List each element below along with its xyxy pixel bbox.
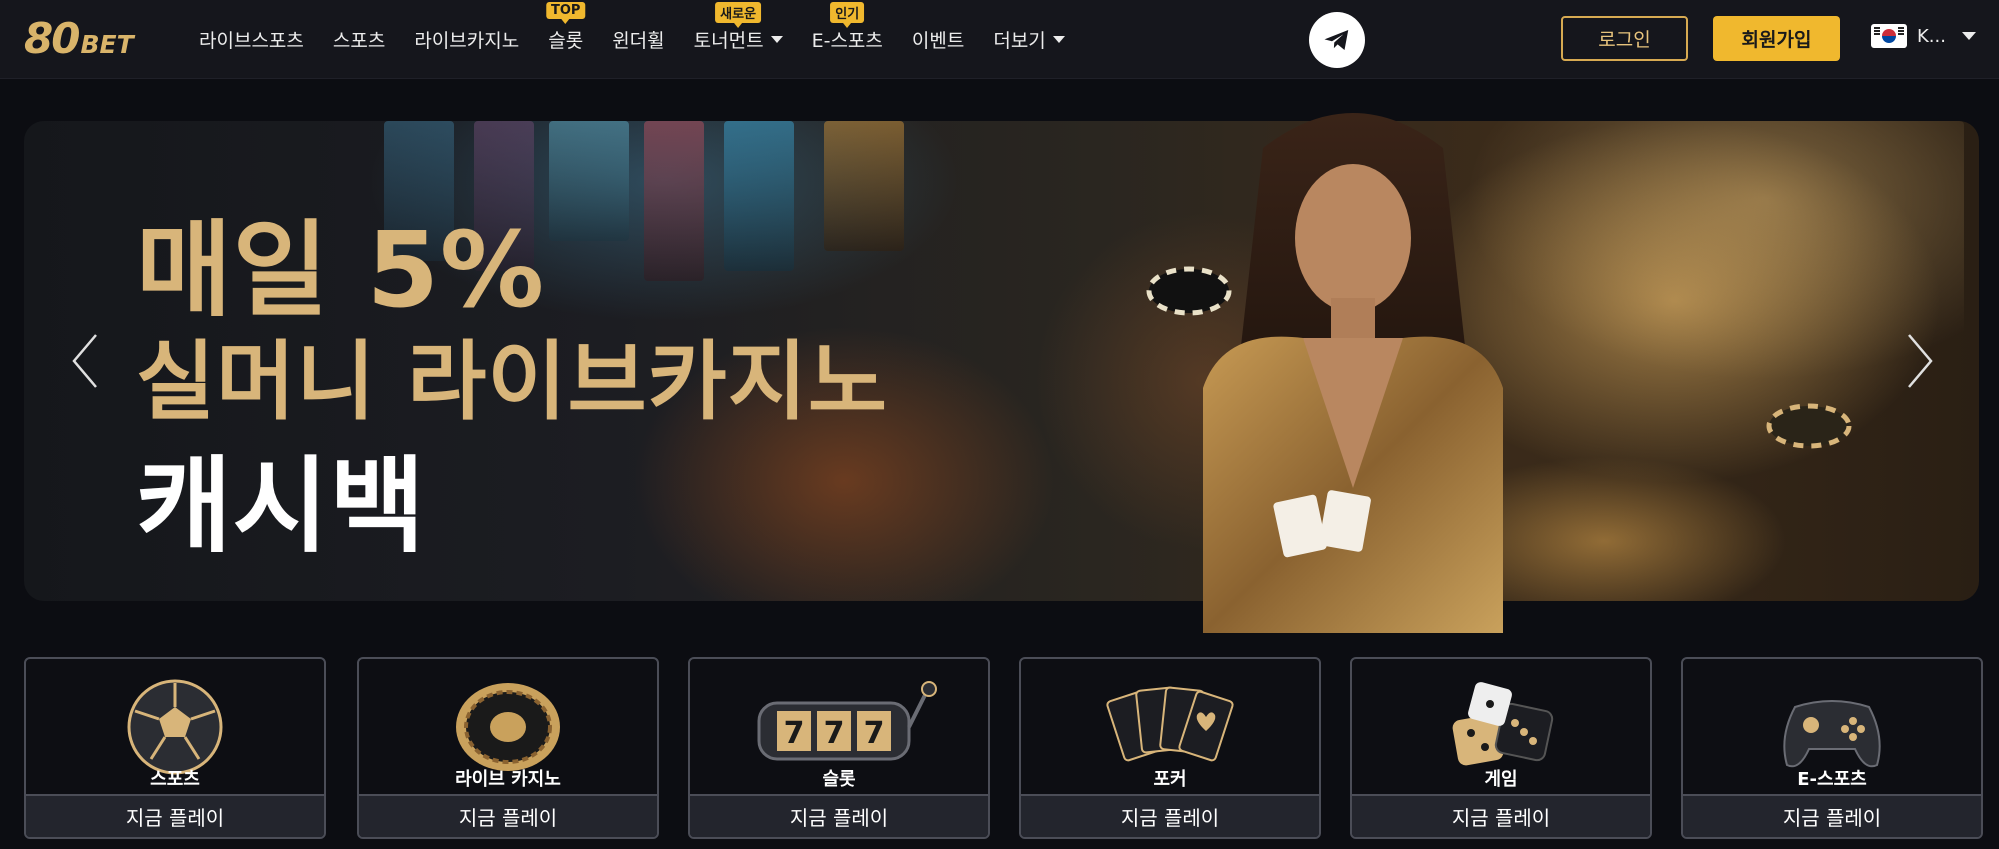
nav-label: 더보기 [993,30,1046,52]
play-now-button[interactable]: 지금 플레이 [359,794,657,837]
nav-item-events[interactable]: 이벤트 [912,26,964,53]
tile-category-label: 스포츠 [150,769,200,790]
play-now-button[interactable]: 지금 플레이 [26,794,324,837]
caret-down-icon [770,36,783,43]
soccer-ball-icon [127,679,223,775]
tile-category-label: E-스포츠 [1797,769,1867,790]
nav-item-sports[interactable]: 스포츠 [333,26,385,53]
nav-label: 스포츠 [332,30,386,52]
category-tile-sports[interactable]: 스포츠 지금 플레이 [24,657,326,839]
roulette-icon [456,683,560,771]
nav-label: 이벤트 [911,30,965,52]
nav-label: 라이브카지노 [414,30,520,52]
nav-item-live-sports[interactable]: 라이브스포츠 [199,26,304,53]
login-button[interactable]: 로그인 [1561,16,1688,61]
logo[interactable]: 80 BET [24,14,134,63]
playing-cards-icon [1106,686,1234,762]
svg-text:7: 7 [864,716,885,751]
play-now-button[interactable]: 지금 플레이 [1683,794,1981,837]
telegram-icon [1324,30,1349,50]
category-tile-slots[interactable]: 7 7 7 슬롯 지금 플레이 [688,657,990,839]
telegram-button[interactable] [1309,12,1365,68]
gamepad-icon [1783,700,1881,768]
nav-label: 라이브스포츠 [199,30,304,52]
nav-item-slots[interactable]: TOP 슬롯 [545,2,586,53]
dice-icon [1452,682,1554,766]
top-badge: TOP [545,2,586,24]
banner-model-image [1203,113,1503,633]
top-header: 80 BET 라이브스포츠 스포츠 라이브카지노 TOP 슬롯 윈더휠 새로운 … [0,0,1999,79]
main-nav: 라이브스포츠 스포츠 라이브카지노 TOP 슬롯 윈더휠 새로운 토너먼트 인기… [199,0,1094,79]
category-tile-poker[interactable]: 포커 지금 플레이 [1019,657,1321,839]
language-selector[interactable]: K... [1871,24,1976,48]
language-label: K... [1917,25,1946,47]
logo-text: BET [80,30,134,59]
caret-down-icon [1052,36,1065,43]
promo-banner[interactable]: 매일 5% 실머니 라이브카지노 캐시백 [24,121,1979,601]
nav-label: 토너먼트 [693,30,764,52]
banner-headline-line3: 캐시백 [136,445,427,567]
nav-item-esports[interactable]: 인기 E-스포츠 [811,2,883,53]
tile-category-label: 포커 [1153,769,1187,790]
tile-category-label: 게임 [1484,769,1518,790]
category-tile-esports[interactable]: E-스포츠 지금 플레이 [1681,657,1983,839]
carousel-prev-icon[interactable] [70,333,100,389]
play-now-button[interactable]: 지금 플레이 [1021,794,1319,837]
svg-text:7: 7 [784,716,805,751]
carousel-next-icon[interactable] [1905,333,1935,389]
nav-label: 슬롯 [548,30,584,52]
korea-flag-icon [1871,24,1907,48]
nav-label: E-스포츠 [811,30,883,52]
banner-headline-line2: 실머니 라이브카지노 [136,332,889,432]
signup-button[interactable]: 회원가입 [1713,16,1840,61]
nav-label: 윈더휠 [612,30,665,52]
tile-category-label: 슬롯 [822,769,856,790]
logo-number: 80 [24,14,80,63]
category-tile-games[interactable]: 게임 지금 플레이 [1350,657,1652,839]
slot-machine-icon: 7 7 7 [757,681,937,761]
category-tile-live-casino[interactable]: 라이브 카지노 지금 플레이 [357,657,659,839]
tile-category-label: 라이브 카지노 [455,769,561,790]
nav-item-more[interactable]: 더보기 [993,26,1065,53]
caret-down-icon [1961,32,1976,40]
new-badge: 새로운 [715,2,762,28]
casino-chip-icon [1766,403,1852,449]
nav-item-live-casino[interactable]: 라이브카지노 [414,26,519,53]
nav-item-tournament[interactable]: 새로운 토너먼트 [693,2,783,53]
popular-badge: 인기 [830,2,865,28]
play-now-button[interactable]: 지금 플레이 [1352,794,1650,837]
svg-text:7: 7 [824,716,845,751]
play-now-button[interactable]: 지금 플레이 [690,794,988,837]
nav-item-wonder-wheel[interactable]: 윈더휠 [612,26,664,53]
